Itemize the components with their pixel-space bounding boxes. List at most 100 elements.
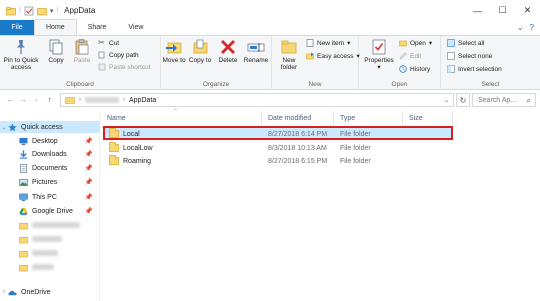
nav-item-desktop[interactable]: Desktop 📌 [0,135,100,147]
nav-item-blurred[interactable] [0,247,100,259]
new-folder-button[interactable]: New folder [276,38,302,71]
chevron-down-icon[interactable]: ⌄ [0,124,8,131]
folder-icon [19,250,28,257]
new-folder-qat-icon[interactable] [36,6,47,16]
properties-button[interactable]: Properties ▾ [362,38,396,71]
type-cell: File folder [340,157,371,165]
breadcrumb-user-folder[interactable] [85,97,119,103]
chevron-right-icon[interactable]: › [0,289,8,295]
up-arrow-icon[interactable]: ↑ [43,95,56,104]
rename-icon [247,43,265,52]
tab-view[interactable]: View [117,20,154,35]
nav-item-documents[interactable]: Documents 📌 [0,162,100,174]
refresh-icon: ↻ [459,95,467,105]
column-header-name[interactable]: Name ⌃ [101,109,262,125]
quick-access-toolbar: | ▾ | [0,0,58,21]
tab-home[interactable]: Home [34,19,77,35]
open-group: Properties ▾ Open ▾ Edit History Open [359,36,441,90]
nav-item-blurred[interactable] [0,233,100,245]
copy-button[interactable]: Copy [45,38,67,64]
breadcrumb-current[interactable]: AppData [129,97,156,104]
select-all-button[interactable]: Select all [447,39,484,47]
pin-quick-access-button[interactable]: Pin to Quick access [3,38,39,71]
search-input[interactable]: Search Ap... ⌕ [472,93,536,107]
new-item-icon [306,39,314,47]
new-item-button[interactable]: New item ▾ [306,39,350,47]
edit-icon [399,52,407,60]
window-controls: — ☐ ✕ [465,0,540,21]
nav-item-blurred[interactable] [0,219,100,231]
move-to-button[interactable]: Move to [162,38,186,64]
history-button[interactable]: History [399,65,430,73]
search-icon: ⌕ [526,96,531,105]
invert-selection-icon [447,65,455,73]
minimize-button[interactable]: — [465,0,490,21]
edit-button[interactable]: Edit [399,52,421,60]
nav-item-google-drive[interactable]: Google Drive 📌 [0,205,100,217]
annotation-highlight-box [103,126,453,140]
chevron-down-icon[interactable]: ⌄ [517,23,524,32]
close-button[interactable]: ✕ [515,0,540,21]
easy-access-button[interactable]: Easy access ▾ [306,52,360,60]
nav-item-quick-access[interactable]: ⌄ Quick access [0,121,100,133]
nav-item-pictures[interactable]: Pictures 📌 [0,176,100,188]
folder-icon [19,264,28,271]
nav-item-blurred[interactable] [0,261,100,273]
scissors-icon: ✂ [98,38,105,47]
maximize-button[interactable]: ☐ [490,0,515,21]
breadcrumb-separator-icon: › [79,97,81,103]
folder-icon [19,222,28,229]
new-item-dropdown-icon: ▾ [347,40,351,47]
properties-icon [372,39,386,55]
cut-button[interactable]: ✂ Cut [98,39,119,47]
paste-button[interactable]: Paste [71,38,93,64]
window-title: AppData [64,6,96,15]
pictures-icon [19,178,28,186]
paste-shortcut-button[interactable]: Paste shortcut [98,63,151,71]
nav-item-downloads[interactable]: Downloads 📌 [0,148,100,160]
tab-share[interactable]: Share [77,20,118,35]
open-button[interactable]: Open ▾ [399,39,432,47]
nav-item-this-pc[interactable]: This PC 📌 [0,191,100,203]
properties-check-icon[interactable] [24,6,34,16]
address-dropdown-icon[interactable]: ⌄ [444,97,449,104]
copy-icon [49,39,63,55]
select-none-button[interactable]: Select none [447,52,492,60]
recent-locations-icon[interactable]: ⌄ [30,96,43,103]
paste-shortcut-icon [98,63,106,71]
clipboard-icon [75,39,89,55]
back-arrow-icon[interactable]: ← [4,95,17,104]
desktop-icon [19,137,28,145]
folder-icon [65,97,75,104]
breadcrumb-separator-icon: › [123,97,125,103]
column-header-type[interactable]: Type [334,111,403,125]
tab-file[interactable]: File [0,20,34,35]
copy-path-button[interactable]: Copy path [98,51,139,59]
organize-group: Move to Copy to Delete Rename Organize [161,36,272,90]
new-group-label: New [308,81,322,88]
properties-dropdown-icon: ▾ [377,64,381,71]
address-box[interactable]: › › AppData ⌄ [60,93,454,107]
qat-customize-icon[interactable]: ▾ [50,7,54,15]
column-header-date[interactable]: Date modified [262,111,334,125]
column-header-size[interactable]: Size [403,111,453,125]
copy-to-icon [193,39,208,54]
nav-item-onedrive[interactable]: › OneDrive [0,286,100,298]
ribbon-options: ⌄ ? [517,23,534,32]
computer-icon [19,193,28,201]
new-folder-icon [281,40,297,54]
downloads-icon [19,149,28,159]
refresh-button[interactable]: ↻ [456,93,470,107]
pin-icon: 📌 [84,151,93,158]
table-row[interactable]: Roaming 8/27/2018 6:15 PM File folder [103,155,453,167]
delete-button[interactable]: Delete [217,38,239,64]
forward-arrow-icon[interactable]: → [17,95,30,104]
help-icon[interactable]: ? [530,23,534,32]
rename-button[interactable]: Rename [243,38,269,64]
table-row[interactable]: LocalLow 8/3/2018 10:13 AM File folder [103,142,453,154]
select-group: Select all Select none Invert selection … [441,36,540,90]
copy-to-button[interactable]: Copy to [188,38,212,64]
qat-divider: | [19,7,21,14]
pin-icon: 📌 [84,165,93,172]
invert-selection-button[interactable]: Invert selection [447,65,502,73]
